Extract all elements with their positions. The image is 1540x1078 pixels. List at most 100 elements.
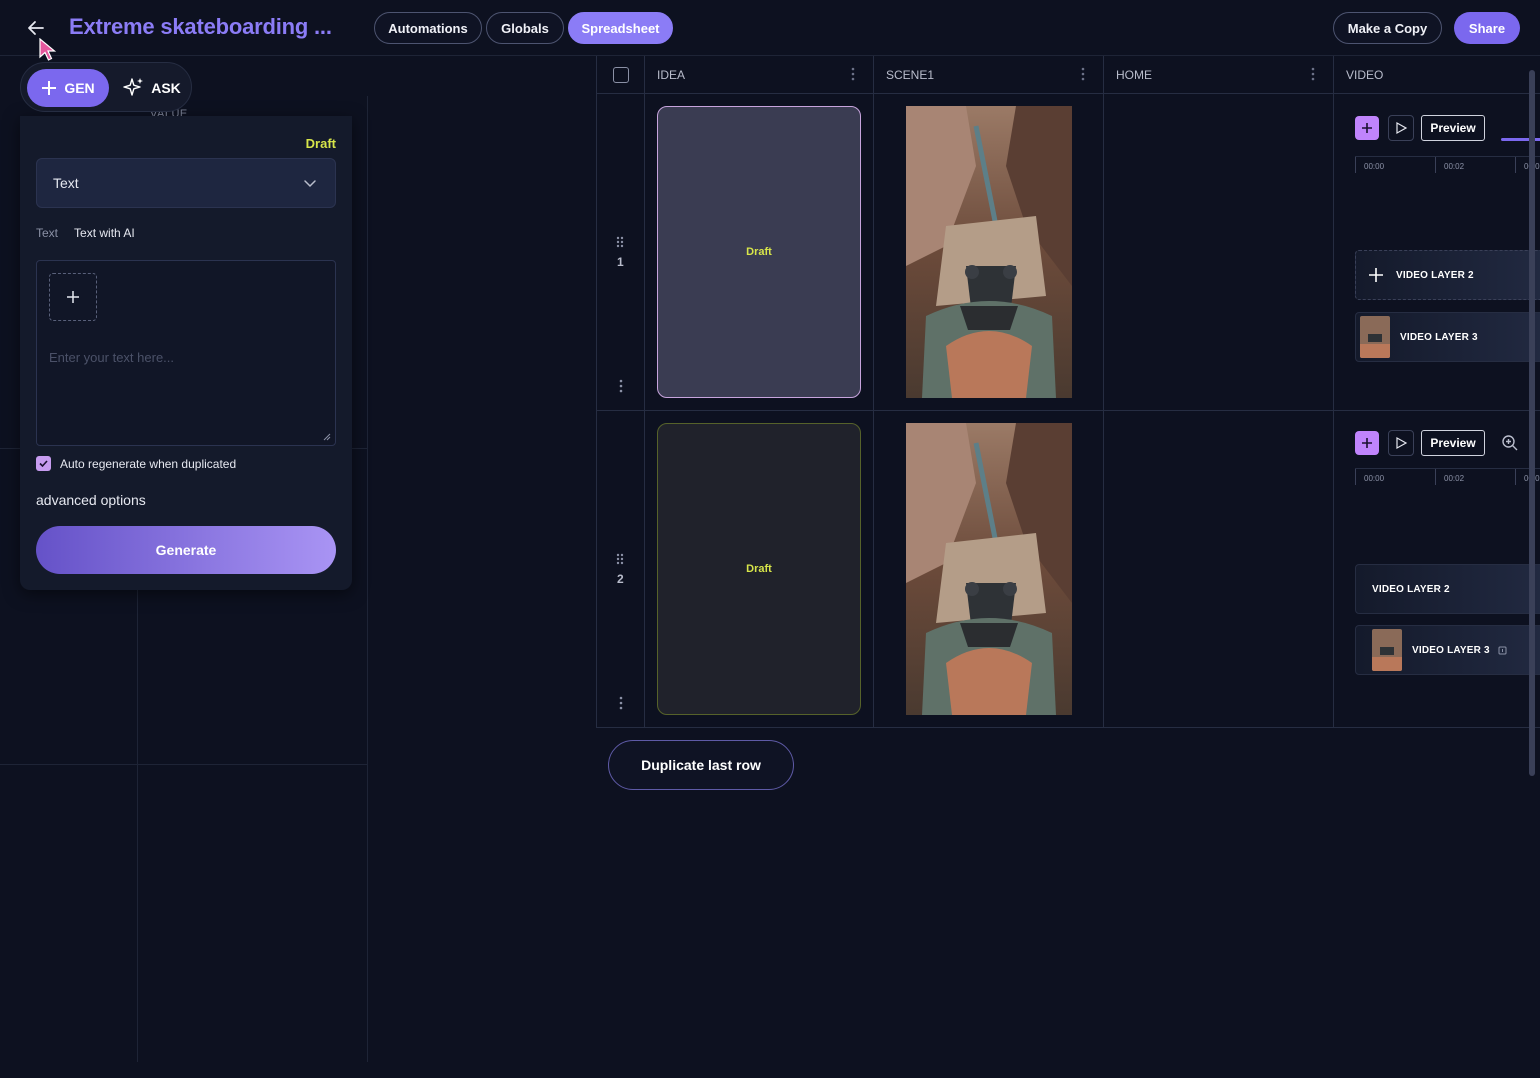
play-button[interactable] [1388,430,1414,456]
idea-cell[interactable]: Draft [645,94,874,410]
column-label: IDEA [657,67,686,82]
column-label: VIDEO [1346,67,1384,82]
resize-handle-icon[interactable] [323,433,331,441]
layer-thumbnail [1372,629,1402,671]
add-layer-button[interactable] [1355,116,1379,140]
video-layer[interactable]: VIDEO LAYER 2 [1355,250,1540,300]
more-vertical-icon[interactable] [619,379,623,393]
timeline-ruler[interactable]: 00:00 00:02 00:0 [1355,468,1540,485]
mouse-cursor-icon [39,38,57,61]
auto-regenerate-label: Auto regenerate when duplicated [60,456,237,471]
canyon-skateboard-image [906,423,1072,715]
video-layer-name: VIDEO LAYER 2 [1396,269,1474,281]
add-layer-button[interactable] [1355,431,1379,455]
scene1-cell[interactable] [874,411,1104,727]
type-select[interactable]: Text [36,158,336,208]
canyon-skateboard-image [906,106,1072,398]
video-cell: Preview 00:00 00:02 00:0 VIDEO LAYER 2 V… [1335,411,1540,727]
input-mode-tabs: Text Text with AI [36,226,135,240]
column-header-home[interactable]: HOME [1104,56,1334,94]
scene1-cell[interactable] [874,94,1104,410]
more-vertical-icon[interactable] [1311,67,1315,81]
table-row: 2 Draft Preview 00:00 00:02 VIDEO LAYER … [597,411,1540,728]
more-vertical-icon[interactable] [619,696,623,710]
tab-spreadsheet[interactable]: Spreadsheet [568,12,673,44]
timeline-tick: 00:00 [1355,157,1384,173]
add-media-button[interactable] [49,273,97,321]
timeline-tick: 00:0 [1515,469,1540,485]
chevron-down-icon [304,180,316,188]
generate-button[interactable]: Generate [36,526,336,574]
video-layer-name: VIDEO LAYER 2 [1372,583,1450,595]
vertical-scrollbar[interactable] [1529,70,1535,776]
idea-card[interactable]: Draft [657,423,861,715]
play-icon [1396,437,1407,449]
column-label: SCENE1 [886,67,935,82]
row-number: 1 [617,255,624,269]
video-layer[interactable]: VIDEO LAYER 3 [1355,625,1540,675]
make-copy-button[interactable]: Make a Copy [1333,12,1442,44]
drag-handle-icon[interactable] [616,553,624,565]
select-column-header [597,56,645,94]
plus-icon [67,291,79,303]
column-header-scene1[interactable]: SCENE1 [874,56,1104,94]
timeline-ruler[interactable]: 00:00 00:02 00:0 [1355,156,1540,173]
prompt-textarea[interactable]: Enter your text here... [36,260,336,446]
table-row: 1 Draft Preview 00:00 00:02 VIDEO LAYER … [597,94,1540,411]
video-layer[interactable]: VIDEO LAYER 2 [1355,564,1540,614]
home-cell[interactable] [1104,94,1334,410]
plus-icon [1362,123,1372,133]
scene-image[interactable] [906,106,1072,398]
tab-text[interactable]: Text [36,226,58,240]
column-header-video[interactable]: VIDEO [1334,56,1540,94]
scene-image[interactable] [906,423,1072,715]
timeline-tick: 00:02 [1435,469,1464,485]
auto-regenerate-checkbox[interactable] [36,456,51,471]
check-icon [39,460,48,468]
tab-globals[interactable]: Globals [486,12,564,44]
gen-label: GEN [64,80,95,96]
idea-cell[interactable]: Draft [645,411,874,727]
row-handle-cell: 1 [597,94,645,410]
timeline-tick: 00:0 [1515,157,1540,173]
arrow-left-icon [28,21,44,35]
video-layer[interactable]: VIDEO LAYER 3 [1355,312,1540,362]
advanced-options-toggle[interactable]: advanced options [36,492,146,508]
tab-text-with-ai[interactable]: Text with AI [74,226,135,240]
select-all-checkbox[interactable] [613,67,629,83]
preview-button[interactable]: Preview [1421,430,1485,456]
duplicate-last-row-button[interactable]: Duplicate last row [608,740,794,790]
plus-icon [1369,268,1383,282]
idea-status: Draft [746,246,772,258]
more-vertical-icon[interactable] [851,67,855,81]
gen-mode-button[interactable]: GEN [27,69,109,107]
play-button[interactable] [1388,115,1414,141]
mode-toggle: GEN ASK [20,62,192,112]
idea-card[interactable]: Draft [657,106,861,398]
play-icon [1396,122,1407,134]
column-header-idea[interactable]: IDEA [645,56,874,94]
top-bar: Extreme skateboarding ... Automations Gl… [0,0,1540,61]
more-vertical-icon[interactable] [1081,67,1085,81]
project-title[interactable]: Extreme skateboarding ... [69,14,332,40]
timeline-tick: 00:00 [1355,469,1384,485]
home-cell[interactable] [1104,411,1334,727]
drag-handle-icon[interactable] [616,236,624,248]
timeline-tick: 00:02 [1435,157,1464,173]
tab-automations[interactable]: Automations [374,12,482,44]
plus-icon [1362,438,1372,448]
layer-thumbnail [1360,316,1390,358]
preview-button[interactable]: Preview [1421,115,1485,141]
auto-regenerate-option[interactable]: Auto regenerate when duplicated [36,456,236,471]
row-handle-cell: 2 [597,411,645,727]
status-badge: Draft [305,136,336,151]
generation-panel: Draft Text Text Text with AI Enter your … [20,116,352,590]
share-button[interactable]: Share [1454,12,1520,44]
video-layer-name: VIDEO LAYER 3 [1400,331,1478,343]
type-select-value: Text [53,175,79,191]
ask-mode-button[interactable]: ASK [117,69,187,107]
plus-icon [42,81,57,95]
ask-label: ASK [151,80,181,96]
column-label: HOME [1116,67,1152,82]
zoom-in-icon[interactable] [1501,434,1519,452]
